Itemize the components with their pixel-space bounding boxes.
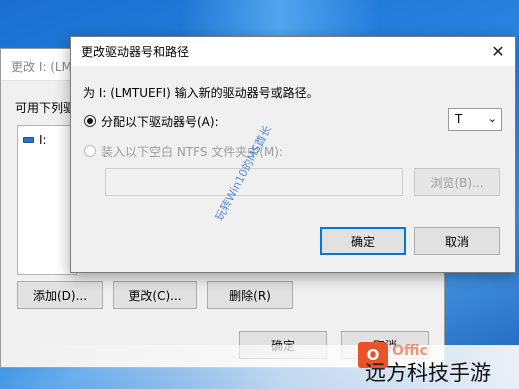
- drive-icon: [23, 137, 34, 143]
- drive-item-label: I:: [39, 133, 47, 147]
- browse-button[interactable]: 浏览(B)...: [414, 168, 500, 196]
- list-item[interactable]: I:: [23, 133, 76, 147]
- site-name: 远方科技手游: [365, 361, 491, 385]
- instruction-text: 为 I: (LMTUEFI) 输入新的驱动器号或路径。: [83, 86, 319, 100]
- dialog-title: 更改驱动器号和路径: [71, 37, 515, 66]
- assign-letter-label[interactable]: 分配以下驱动器号(A):: [101, 113, 219, 130]
- available-list-label: 可用下列驱: [15, 101, 76, 115]
- drive-path-list[interactable]: I:: [17, 125, 77, 275]
- ok-button[interactable]: 确定: [320, 227, 406, 255]
- change-button[interactable]: 更改(C)...: [113, 281, 197, 309]
- close-icon[interactable]: ✕: [489, 42, 507, 61]
- cancel-button[interactable]: 取消: [414, 227, 500, 255]
- remove-button[interactable]: 删除(R): [207, 281, 293, 309]
- folder-path-input[interactable]: [105, 168, 403, 196]
- change-drive-letter-dialog: 更改驱动器号和路径 ✕ 为 I: (LMTUEFI) 输入新的驱动器号或路径。 …: [70, 36, 516, 273]
- add-button[interactable]: 添加(D)...: [17, 281, 103, 309]
- chevron-down-icon: ⌄: [487, 112, 497, 125]
- selected-letter: T: [455, 112, 463, 126]
- drive-letter-select[interactable]: T ⌄: [448, 108, 502, 131]
- assign-letter-radio[interactable]: [84, 115, 96, 127]
- mount-folder-radio[interactable]: [84, 145, 96, 157]
